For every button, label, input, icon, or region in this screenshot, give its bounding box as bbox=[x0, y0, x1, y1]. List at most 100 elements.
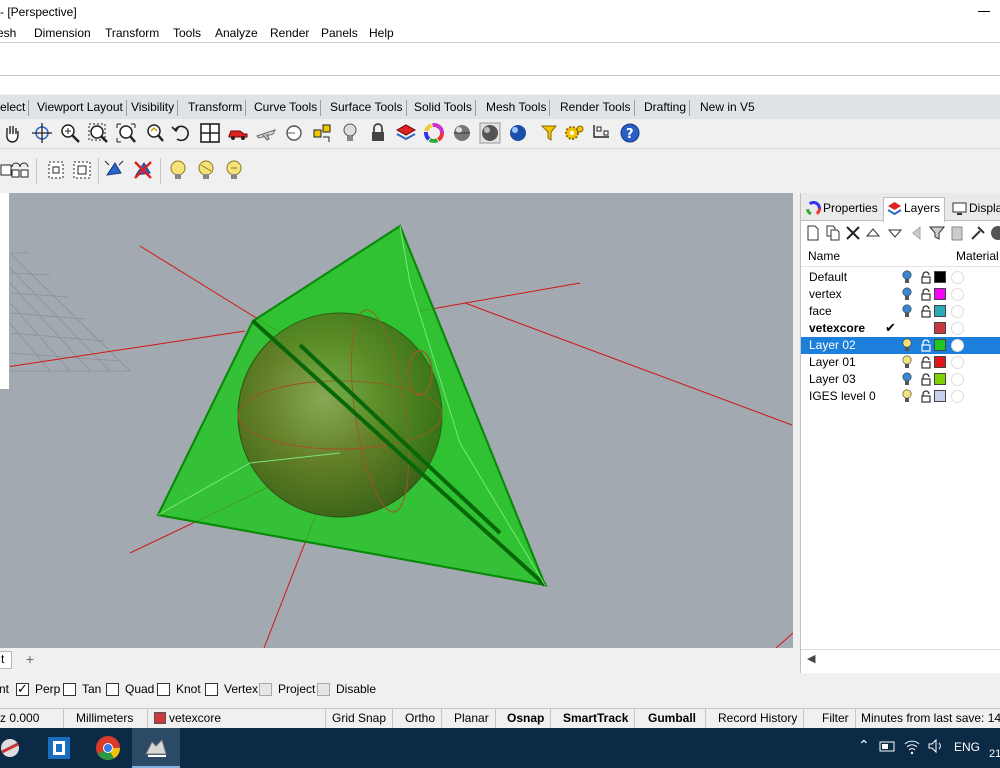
tab-visibility[interactable]: Visibility bbox=[128, 100, 179, 116]
layer-name[interactable]: Layer 02 bbox=[809, 338, 856, 352]
smarttrack-toggle[interactable]: SmartTrack bbox=[557, 709, 636, 729]
viewport-splitter[interactable] bbox=[793, 193, 800, 648]
layer-row[interactable]: vertex bbox=[801, 286, 1000, 303]
layer-icon[interactable] bbox=[394, 121, 418, 145]
layer-material-icon[interactable] bbox=[951, 339, 964, 352]
layer-row[interactable]: vetexcore ✔ bbox=[801, 320, 1000, 337]
tab-surface-tools[interactable]: Surface Tools bbox=[327, 100, 407, 116]
menu-render[interactable]: Render bbox=[270, 26, 309, 40]
shaded-sphere-icon[interactable] bbox=[450, 121, 474, 145]
zoom-dynamic-icon[interactable] bbox=[58, 121, 82, 145]
zoom-selected-icon[interactable] bbox=[142, 121, 166, 145]
layer-name[interactable]: Default bbox=[809, 270, 847, 284]
zoom-window-icon[interactable] bbox=[86, 121, 110, 145]
osnap-disable[interactable]: Disable bbox=[317, 680, 376, 698]
chrome-icon[interactable] bbox=[94, 734, 122, 762]
tools-icon[interactable] bbox=[970, 225, 986, 241]
tab-drafting[interactable]: Drafting bbox=[641, 100, 691, 116]
layer-material-icon[interactable] bbox=[951, 373, 964, 386]
points-on-icon[interactable] bbox=[44, 158, 68, 182]
layer-lock-icon[interactable] bbox=[920, 373, 932, 386]
minimize-button[interactable] bbox=[978, 3, 1000, 21]
layer-name[interactable]: IGES level 0 bbox=[809, 389, 876, 403]
gumball-toggle[interactable]: Gumball bbox=[642, 709, 706, 729]
layer-visibility-bulb-icon[interactable] bbox=[901, 355, 913, 370]
wifi-icon[interactable] bbox=[902, 736, 922, 756]
volume-icon[interactable] bbox=[926, 736, 946, 756]
perspective-viewport[interactable] bbox=[0, 193, 793, 648]
undo-view-icon[interactable] bbox=[170, 121, 194, 145]
layer-visibility-bulb-icon[interactable] bbox=[901, 287, 913, 302]
group-icon[interactable] bbox=[8, 158, 32, 182]
tab-new-in-v5[interactable]: New in V5 bbox=[697, 100, 758, 116]
task-manager-icon[interactable] bbox=[45, 734, 73, 762]
checkbox-knot[interactable] bbox=[157, 682, 170, 696]
layer-color-swatch[interactable] bbox=[934, 271, 946, 283]
layer-lock-icon[interactable] bbox=[920, 356, 932, 369]
move-up-icon[interactable] bbox=[865, 225, 881, 241]
rendered-sphere-icon[interactable] bbox=[478, 121, 502, 145]
panel-scrollbar[interactable]: ◀ bbox=[801, 649, 1000, 665]
layer-lock-icon[interactable] bbox=[920, 288, 932, 301]
filter-icon[interactable] bbox=[929, 225, 945, 241]
osnap-tan[interactable]: Tan bbox=[63, 680, 101, 698]
osnap-vertex[interactable]: Vertex bbox=[205, 680, 258, 698]
grid-snap-toggle[interactable]: Grid Snap bbox=[326, 709, 394, 729]
rotate-view-icon[interactable] bbox=[30, 121, 54, 145]
move-left-icon[interactable] bbox=[909, 225, 925, 241]
tray-chevron-icon[interactable]: ⌃ bbox=[858, 737, 870, 754]
paste-icon[interactable] bbox=[949, 225, 965, 241]
tab-curve-tools[interactable]: Curve Tools bbox=[251, 100, 322, 116]
gear-icon[interactable] bbox=[562, 121, 586, 145]
points-off-icon[interactable] bbox=[70, 158, 94, 182]
menu-dimension[interactable]: Dimension bbox=[34, 26, 91, 40]
scroll-left-icon[interactable]: ◀ bbox=[807, 652, 815, 665]
layer-material-icon[interactable] bbox=[951, 322, 964, 335]
windows-app-icon[interactable] bbox=[0, 734, 24, 762]
car-icon[interactable] bbox=[226, 121, 250, 145]
layer-name[interactable]: vetexcore bbox=[809, 321, 865, 335]
layer-lock-icon[interactable] bbox=[920, 339, 932, 352]
layer-material-icon[interactable] bbox=[951, 390, 964, 403]
pin-icon[interactable] bbox=[538, 121, 562, 145]
color-wheel-icon[interactable] bbox=[422, 121, 446, 145]
explode-icon[interactable] bbox=[102, 158, 126, 182]
layer-material-icon[interactable] bbox=[951, 356, 964, 369]
layer-visibility-bulb-icon[interactable] bbox=[901, 389, 913, 404]
checkbox-tan[interactable] bbox=[63, 682, 76, 696]
layer-row[interactable]: IGES level 0 bbox=[801, 388, 1000, 405]
circle-snap-icon[interactable] bbox=[282, 121, 306, 145]
layer-visibility-bulb-icon[interactable] bbox=[901, 270, 913, 285]
layer-row[interactable]: Layer 02 bbox=[801, 337, 1000, 354]
ortho-toggle[interactable]: Ortho bbox=[399, 709, 443, 729]
snap-grid-icon[interactable] bbox=[590, 121, 614, 145]
units-display[interactable]: Millimeters bbox=[70, 709, 148, 729]
pan-icon[interactable] bbox=[0, 121, 24, 145]
menu-panels[interactable]: Panels bbox=[321, 26, 358, 40]
select-objects-icon[interactable] bbox=[310, 121, 334, 145]
tab-render-tools[interactable]: Render Tools bbox=[557, 100, 635, 116]
osnap-project[interactable]: Project bbox=[259, 680, 315, 698]
filter-toggle[interactable]: Filter bbox=[816, 709, 856, 729]
tab-solid-tools[interactable]: Solid Tools bbox=[411, 100, 476, 116]
planar-toggle[interactable]: Planar bbox=[448, 709, 496, 729]
layer-name[interactable]: vertex bbox=[809, 287, 842, 301]
layer-color-swatch[interactable] bbox=[934, 339, 946, 351]
four-viewports-icon[interactable] bbox=[198, 121, 222, 145]
layer-color-swatch[interactable] bbox=[934, 322, 946, 334]
checkbox-disable[interactable] bbox=[317, 682, 330, 696]
new-layer-icon[interactable] bbox=[805, 225, 821, 241]
osnap-perp[interactable]: Perp bbox=[16, 680, 60, 698]
name-column-header[interactable]: Name bbox=[808, 249, 840, 263]
layer-color-swatch[interactable] bbox=[934, 356, 946, 368]
add-viewport-button[interactable]: + bbox=[18, 651, 42, 669]
checkbox-vertex[interactable] bbox=[205, 682, 218, 696]
layer-row[interactable]: Layer 01 bbox=[801, 354, 1000, 371]
menu-mesh[interactable]: esh bbox=[0, 26, 16, 40]
layer-material-icon[interactable] bbox=[951, 305, 964, 318]
layer-visibility-bulb-icon[interactable] bbox=[901, 372, 913, 387]
layer-row[interactable]: Default bbox=[801, 269, 1000, 286]
tab-select[interactable]: elect bbox=[0, 100, 30, 116]
layer-color-swatch[interactable] bbox=[934, 390, 946, 402]
blue-sphere-icon[interactable] bbox=[506, 121, 530, 145]
